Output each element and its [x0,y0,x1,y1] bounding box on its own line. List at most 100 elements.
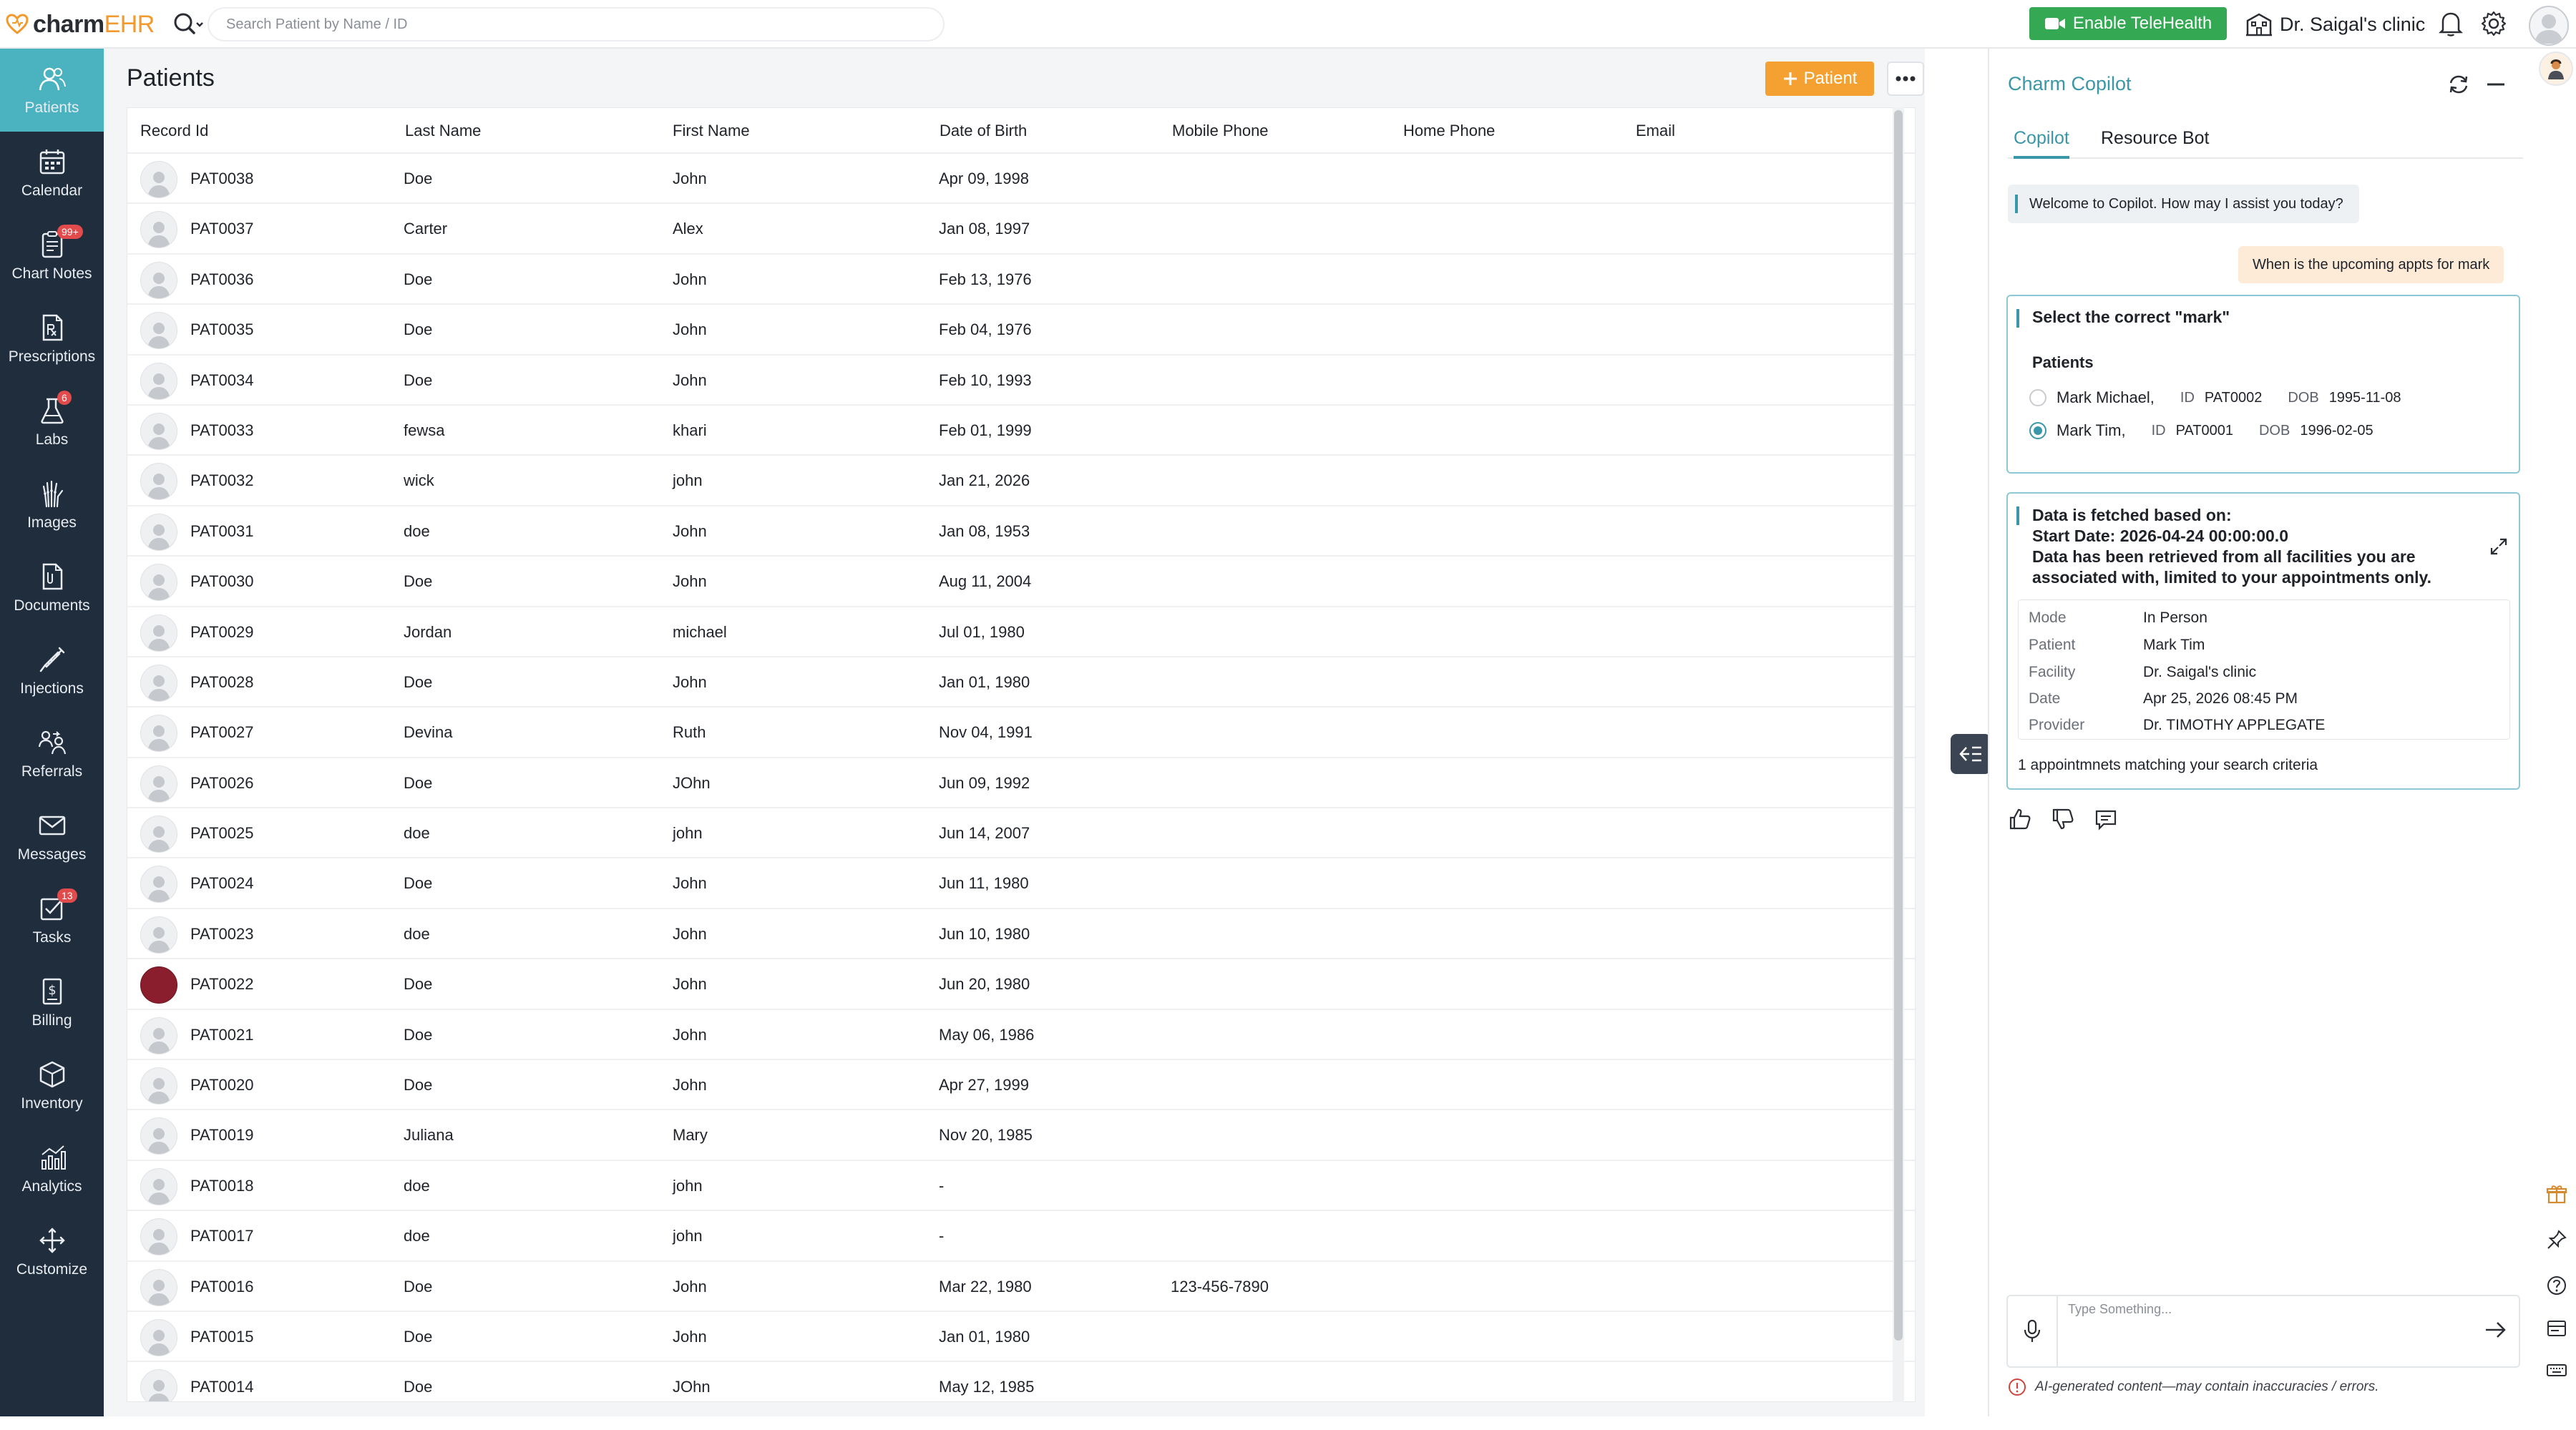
cell-dob: Nov 20, 1985 [939,1126,1033,1145]
sidebar-item-label: Tasks [32,929,72,946]
table-row[interactable]: PAT0027 Devina Ruth Nov 04, 1991 [127,707,1915,758]
sidebar-item-images[interactable]: Images [0,464,104,547]
sidebar-item-inventory[interactable]: Inventory [0,1044,104,1127]
sidebar-item-calendar[interactable]: Calendar [0,132,104,215]
cell-first-name: JOhn [673,773,711,792]
patient-search-box [208,7,945,41]
column-header-first-name[interactable]: First Name [673,108,750,154]
table-row[interactable]: PAT0034 Doe John Feb 10, 1993 [127,356,1915,406]
table-row[interactable]: PAT0037 Carter Alex Jan 08, 1997 [127,204,1915,255]
table-row[interactable]: PAT0026 Doe JOhn Jun 09, 1992 [127,758,1915,809]
comment-icon[interactable] [2094,807,2118,831]
table-row[interactable]: PAT0033 fewsa khari Feb 01, 1999 [127,406,1915,456]
radio-unchecked[interactable] [2029,389,2046,406]
patient-avatar [140,412,177,450]
column-header-email[interactable]: Email [1636,108,1675,154]
sidebar-item-label: Images [27,514,77,531]
table-row[interactable]: PAT0029 Jordan michael Jul 01, 1980 [127,607,1915,657]
minimize-icon[interactable] [2484,73,2507,96]
table-row[interactable]: PAT0020 Doe John Apr 27, 1999 [127,1060,1915,1111]
layout-cards-icon[interactable] [2545,1316,2569,1341]
sidebar-item-label: Customize [16,1261,88,1278]
column-header-dob[interactable]: Date of Birth [940,108,1027,154]
table-row[interactable]: PAT0036 Doe John Feb 13, 1976 [127,255,1915,305]
patients-icon [37,64,67,94]
cell-last-name: Doe [404,270,433,288]
thumbs-down-icon[interactable] [2051,807,2075,831]
enable-telehealth-button[interactable]: Enable TeleHealth [2029,7,2227,40]
table-row[interactable]: PAT0019 Juliana Mary Nov 20, 1985 [127,1110,1915,1161]
settings-gear-icon[interactable] [2480,10,2507,37]
sidebar-item-injections[interactable]: Injections [0,630,104,712]
pin-icon[interactable] [2545,1228,2569,1252]
table-row[interactable]: PAT0038 Doe John Apr 09, 1998 [127,154,1915,205]
notification-bell-icon[interactable] [2439,10,2463,37]
sidebar-item-messages[interactable]: Messages [0,795,104,878]
sidebar-item-chart-notes[interactable]: Chart Notes 99+ [0,215,104,298]
table-row[interactable]: PAT0030 Doe John Aug 11, 2004 [127,557,1915,607]
user-avatar[interactable] [2529,6,2569,46]
chat-message-input[interactable] [2068,1302,2469,1359]
tab-copilot[interactable]: Copilot [2014,120,2069,159]
table-row[interactable]: PAT0022 Doe John Jun 20, 1980 [127,959,1915,1010]
more-options-button[interactable] [1887,62,1924,96]
table-row[interactable]: PAT0016 Doe John Mar 22, 1980 123-456-7890 [127,1262,1915,1312]
cell-dob: - [939,1176,945,1195]
table-row[interactable]: PAT0035 Doe John Feb 04, 1976 [127,305,1915,356]
table-row[interactable]: PAT0025 doe john Jun 14, 2007 [127,808,1915,859]
table-row[interactable]: PAT0023 doe John Jun 10, 1980 [127,909,1915,960]
patients-table: Record Id Last Name First Name Date of B… [127,107,1916,1402]
radio-checked[interactable] [2029,422,2046,439]
cell-dob: Feb 04, 1976 [939,320,1032,339]
patient-option-mark-michael[interactable]: Mark Michael, ID PAT0002 DOB 1995-11-08 [2029,385,2401,411]
cell-first-name: michael [673,622,727,641]
charm-logo[interactable]: charmEHR [6,9,155,40]
option-name: Mark Michael, [2057,388,2155,406]
sidebar-item-patients[interactable]: Patients [0,49,104,132]
sidebar-item-documents[interactable]: Documents [0,547,104,630]
table-row[interactable]: PAT0021 Doe John May 06, 1986 [127,1010,1915,1061]
microphone-icon[interactable] [2008,1296,2058,1366]
keyboard-icon[interactable] [2545,1358,2569,1382]
refresh-icon[interactable] [2447,73,2470,96]
column-header-home-phone[interactable]: Home Phone [1403,108,1495,154]
table-row[interactable]: PAT0024 Doe John Jun 11, 1980 [127,858,1915,909]
select-title: Select the correct "mark" [2032,308,2230,326]
sidebar-item-labs[interactable]: Labs 6 [0,381,104,464]
table-row[interactable]: PAT0031 doe John Jan 08, 1953 [127,506,1915,557]
patient-option-mark-tim[interactable]: Mark Tim, ID PAT0001 DOB 1996-02-05 [2029,418,2373,444]
sidebar-item-billing[interactable]: $ Billing [0,961,104,1044]
expand-icon[interactable] [2489,537,2509,557]
assistant-avatar-icon[interactable] [2539,52,2573,86]
send-arrow-icon[interactable] [2483,1318,2507,1342]
table-row[interactable]: PAT0017 doe john - [127,1211,1915,1262]
column-header-mobile-phone[interactable]: Mobile Phone [1172,108,1269,154]
sidebar-item-customize[interactable]: Customize [0,1210,104,1293]
gift-icon[interactable] [2545,1182,2569,1206]
tab-resource-bot[interactable]: Resource Bot [2101,120,2209,159]
sidebar-item-referrals[interactable]: Referrals [0,712,104,795]
cell-first-name: John [673,270,707,288]
table-scrollbar-thumb[interactable] [1894,110,1903,1341]
search-icon[interactable] [170,10,205,39]
sidebar-item-tasks[interactable]: Tasks 13 [0,878,104,961]
patient-search-input[interactable] [226,16,943,33]
sidebar-item-prescriptions[interactable]: Prescriptions [0,298,104,381]
clinic-selector[interactable]: Dr. Saigal's clinic [2245,9,2425,40]
table-row[interactable]: PAT0014 Doe JOhn May 12, 1985 [127,1362,1915,1401]
sidebar-item-label: Inventory [21,1095,83,1112]
column-header-record-id[interactable]: Record Id [140,108,208,154]
sidebar-item-analytics[interactable]: Analytics [0,1127,104,1210]
table-row[interactable]: PAT0018 doe john - [127,1161,1915,1212]
cell-last-name: Doe [404,1076,433,1094]
thumbs-up-icon[interactable] [2008,807,2032,831]
table-row[interactable]: PAT0032 wick john Jan 21, 2026 [127,456,1915,506]
table-row[interactable]: PAT0015 Doe John Jan 01, 1980 [127,1312,1915,1363]
add-patient-button[interactable]: Patient [1765,62,1874,96]
table-row[interactable]: PAT0028 Doe John Jan 01, 1980 [127,657,1915,708]
help-icon[interactable] [2545,1273,2569,1298]
option-dob-label: DOB [2258,422,2290,439]
column-header-last-name[interactable]: Last Name [405,108,481,154]
cell-dob: Nov 04, 1991 [939,723,1033,742]
collapse-panel-toggle[interactable] [1951,734,1991,774]
